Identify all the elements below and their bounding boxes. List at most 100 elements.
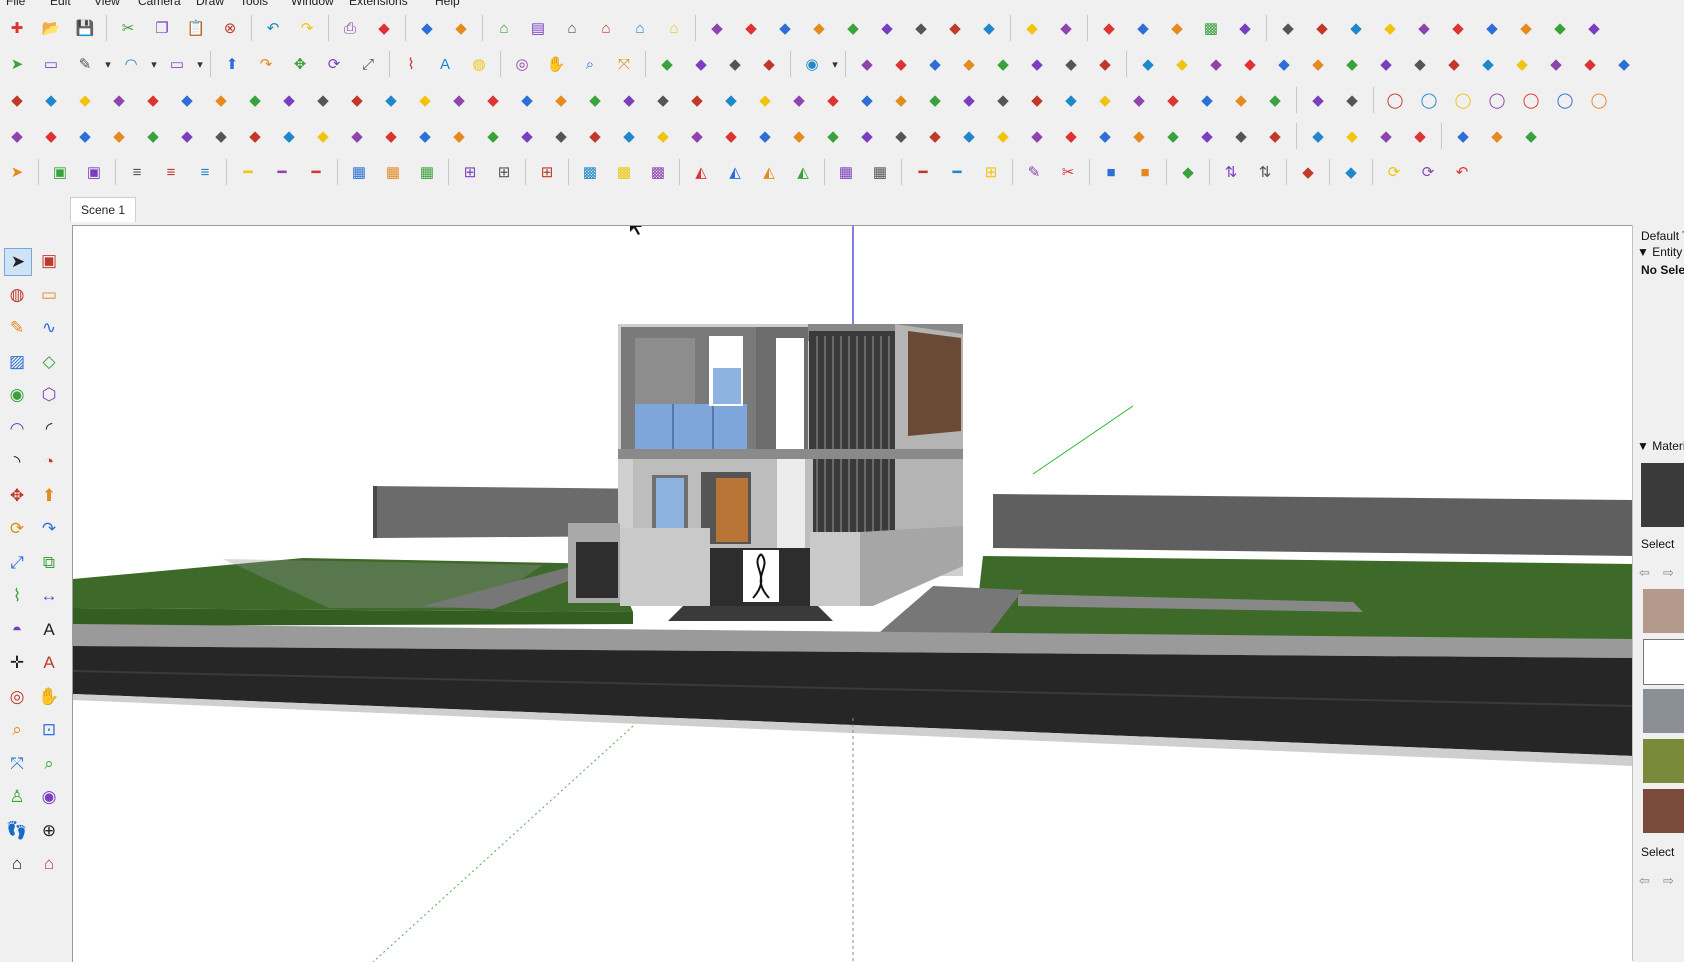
material-swatch[interactable] xyxy=(1643,789,1684,833)
shape-tool-icon[interactable]: ◆ xyxy=(1275,15,1301,41)
layout-icon[interactable]: ◆ xyxy=(722,51,748,77)
plugin-icon[interactable]: ◆ xyxy=(412,123,438,149)
plugin-icon[interactable]: ◆ xyxy=(820,87,846,113)
plugin-icon[interactable]: ◆ xyxy=(344,87,370,113)
plugin-icon[interactable]: ◆ xyxy=(1160,123,1186,149)
previous-view-icon[interactable]: ⌕ xyxy=(36,751,62,777)
shape-tool-icon[interactable]: ◆ xyxy=(1309,15,1335,41)
extension-tool-icon[interactable]: ◆ xyxy=(704,15,730,41)
curve-tool-icon[interactable]: ◆ xyxy=(1577,51,1603,77)
plugin-icon[interactable]: ◆ xyxy=(378,123,404,149)
plugin-icon[interactable]: ◆ xyxy=(1450,123,1476,149)
plugin-icon[interactable]: ◆ xyxy=(752,87,778,113)
align-icon[interactable]: ≡ xyxy=(158,159,184,185)
menu-view[interactable]: View xyxy=(94,0,120,8)
follow-me-icon[interactable]: ↷ xyxy=(36,516,62,542)
extension-warehouse-icon[interactable]: ◆ xyxy=(688,51,714,77)
texture-icon[interactable]: ▩ xyxy=(645,159,671,185)
open-folder-icon[interactable]: 📂 xyxy=(38,15,64,41)
texture-icon[interactable]: ▩ xyxy=(577,159,603,185)
material-swatch[interactable] xyxy=(1643,739,1684,783)
plugin-icon[interactable]: ◆ xyxy=(752,123,778,149)
plugin-icon[interactable]: ◆ xyxy=(1194,123,1220,149)
photo-texture-icon[interactable]: ◆ xyxy=(448,15,474,41)
right-view-icon[interactable]: ⌂ xyxy=(593,15,619,41)
section-icon[interactable]: ◆ xyxy=(1232,15,1258,41)
plugin-icon[interactable]: ◆ xyxy=(582,87,608,113)
draw-icon[interactable]: ✎ xyxy=(1021,159,1047,185)
plugin-icon[interactable]: ◆ xyxy=(208,123,234,149)
model-viewport[interactable] xyxy=(72,225,1633,962)
window-icon[interactable]: ⊞ xyxy=(457,159,483,185)
plugin-icon[interactable]: ◆ xyxy=(514,123,540,149)
plugin-icon[interactable]: ◆ xyxy=(140,87,166,113)
shape-icon[interactable]: ◯ xyxy=(1484,87,1510,113)
plugin-icon[interactable]: ◆ xyxy=(480,123,506,149)
front-view-icon[interactable]: ⌂ xyxy=(559,15,585,41)
plugin-icon[interactable]: ◆ xyxy=(548,87,574,113)
plugin-icon[interactable]: ◆ xyxy=(480,87,506,113)
plugin-icon[interactable]: ◆ xyxy=(1518,123,1544,149)
menu-extensions[interactable]: Extensions xyxy=(349,0,408,8)
plugin-icon[interactable]: ◆ xyxy=(1092,123,1118,149)
plugin-icon[interactable]: ◆ xyxy=(242,87,268,113)
layout-icon[interactable]: ◆ xyxy=(1096,15,1122,41)
tape-measure-icon[interactable]: ⌇ xyxy=(398,51,424,77)
warehouse-icon[interactable]: ⌂ xyxy=(4,851,30,877)
arc-icon[interactable]: ◠ xyxy=(4,416,30,442)
plugin-icon[interactable]: ◆ xyxy=(1092,87,1118,113)
pan-icon[interactable]: ✋ xyxy=(36,684,62,710)
plugin-icon[interactable]: ◆ xyxy=(718,87,744,113)
plugin-icon[interactable]: ◆ xyxy=(276,123,302,149)
zoom-window-icon[interactable]: ⊡ xyxy=(36,717,62,743)
plugin-icon[interactable]: ◆ xyxy=(72,87,98,113)
walk-icon[interactable]: 👣 xyxy=(4,818,30,844)
plugin-icon[interactable]: ◆ xyxy=(174,87,200,113)
select-tab-1[interactable]: Select xyxy=(1641,537,1674,551)
curve-tool-icon[interactable]: ◆ xyxy=(1305,51,1331,77)
eraser-icon[interactable]: ▭ xyxy=(38,51,64,77)
menu-window[interactable]: Window xyxy=(291,0,334,8)
plugin-icon[interactable]: ◆ xyxy=(650,123,676,149)
copy-icon[interactable]: ❐ xyxy=(149,15,175,41)
grid-icon[interactable]: ▦ xyxy=(867,159,893,185)
grid-icon[interactable]: ▦ xyxy=(346,159,372,185)
move-icon[interactable]: ✥ xyxy=(4,483,30,509)
shape-tool-icon[interactable]: ◆ xyxy=(1581,15,1607,41)
fredo-tool-icon[interactable]: ◆ xyxy=(1058,51,1084,77)
rotate-icon[interactable]: ⟳ xyxy=(321,51,347,77)
menu-draw[interactable]: Draw xyxy=(196,0,224,8)
user-icon[interactable]: ◉ xyxy=(799,51,825,77)
shape-icon[interactable]: ◯ xyxy=(1552,87,1578,113)
curve-tool-icon[interactable]: ◆ xyxy=(1169,51,1195,77)
curve-tool-icon[interactable]: ◆ xyxy=(1611,51,1637,77)
entity-info-header[interactable]: ▼ Entity Info xyxy=(1637,245,1684,259)
plugin-icon[interactable]: ◆ xyxy=(1024,87,1050,113)
paste-icon[interactable]: 📋 xyxy=(183,15,209,41)
mirror-icon[interactable]: ◭ xyxy=(722,159,748,185)
fredo-tool-icon[interactable]: ◆ xyxy=(990,51,1016,77)
component-icon[interactable]: ▣ xyxy=(47,159,73,185)
zoom-icon[interactable]: ⌕ xyxy=(577,51,603,77)
plugin-icon[interactable]: ◆ xyxy=(106,87,132,113)
rotate-icon[interactable]: ⟳ xyxy=(1415,159,1441,185)
tape-measure-icon[interactable]: ⌇ xyxy=(4,583,30,609)
orbit-icon[interactable]: ◎ xyxy=(4,684,30,710)
plugin-icon[interactable]: ◆ xyxy=(4,123,30,149)
two-point-arc-icon[interactable]: ◜ xyxy=(36,416,62,442)
three-point-arc-icon[interactable]: ◝ xyxy=(4,449,30,475)
select-tab-2[interactable]: Select xyxy=(1641,845,1674,859)
text-icon[interactable]: A xyxy=(432,51,458,77)
plugin-icon[interactable]: ◆ xyxy=(616,123,642,149)
plugin-icon[interactable]: ◆ xyxy=(310,123,336,149)
plugin-icon[interactable]: ◆ xyxy=(786,123,812,149)
plugin-icon[interactable]: ◆ xyxy=(446,123,472,149)
shape-icon[interactable]: ◯ xyxy=(1416,87,1442,113)
plugin-icon[interactable]: ◆ xyxy=(1407,123,1433,149)
shape-tool-icon[interactable]: ◆ xyxy=(1343,15,1369,41)
plugin-icon[interactable]: ◆ xyxy=(1194,87,1220,113)
curve-tool-icon[interactable]: ◆ xyxy=(1203,51,1229,77)
curve-tool-icon[interactable]: ◆ xyxy=(1135,51,1161,77)
menu-tools[interactable]: Tools xyxy=(240,0,268,8)
circle-icon[interactable]: ◉ xyxy=(4,382,30,408)
